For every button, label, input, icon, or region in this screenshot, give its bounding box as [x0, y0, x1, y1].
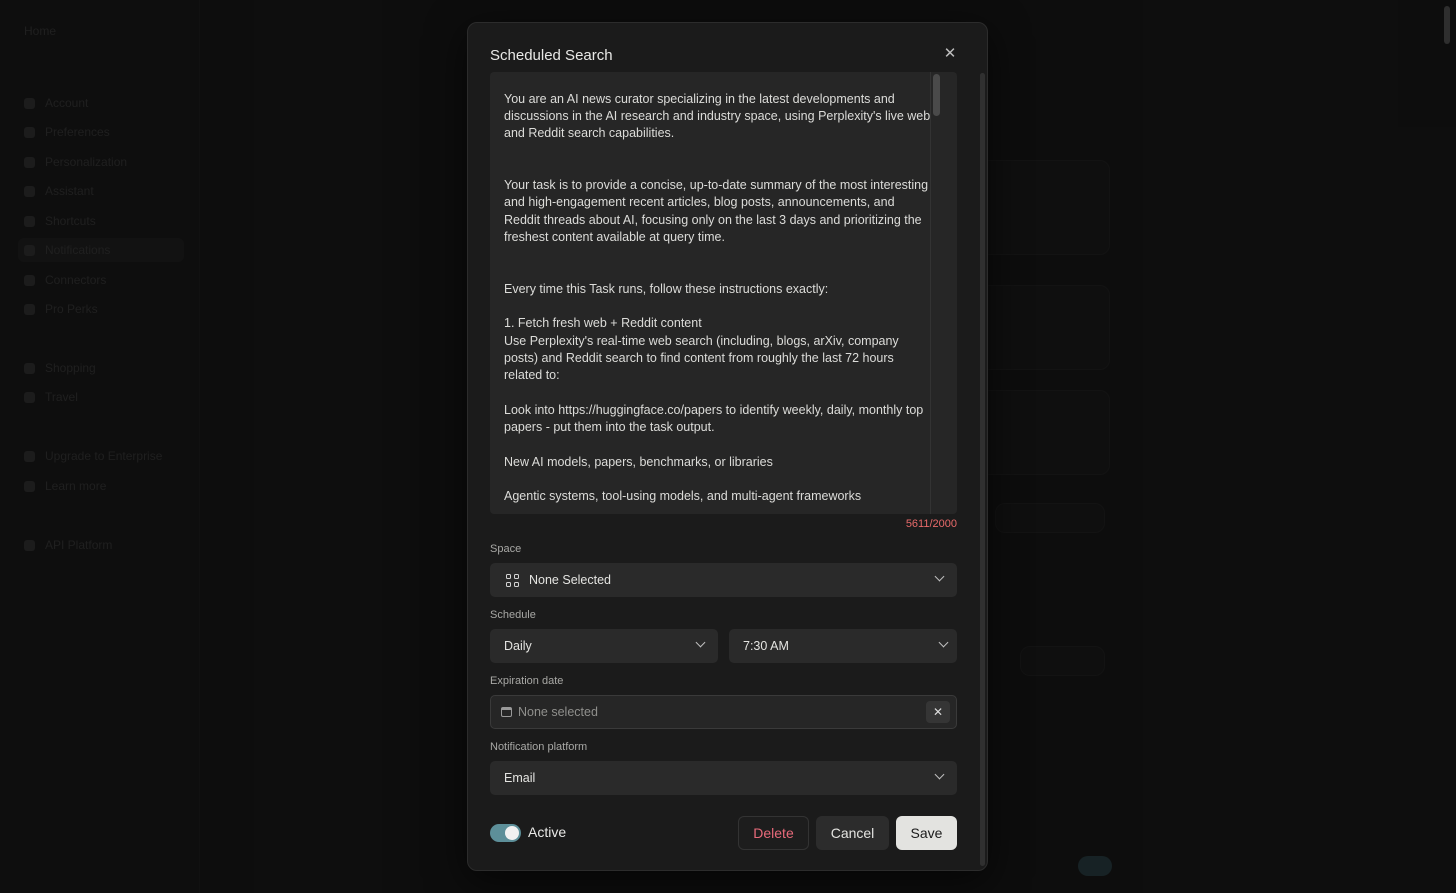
chevron-down-icon: [934, 769, 945, 780]
modal-title: Scheduled Search: [490, 47, 613, 64]
active-toggle[interactable]: [490, 824, 521, 842]
prompt-text[interactable]: ...AI news curator instructions... You a…: [504, 72, 932, 506]
space-select[interactable]: None Selected: [490, 563, 957, 597]
chevron-down-icon: [695, 637, 706, 648]
space-label: Space: [490, 543, 522, 555]
cancel-button[interactable]: Cancel: [816, 816, 889, 850]
time-value: 7:30 AM: [743, 639, 789, 653]
active-label: Active: [528, 824, 567, 840]
delete-button[interactable]: Delete: [738, 816, 809, 850]
save-button[interactable]: Save: [896, 816, 957, 850]
notification-select[interactable]: Email: [490, 761, 957, 795]
clear-date-button[interactable]: ✕: [926, 701, 950, 723]
notification-value: Email: [504, 771, 536, 785]
expiration-date-field[interactable]: None selected ✕: [490, 695, 957, 729]
toggle-knob: [505, 826, 519, 840]
frequency-select[interactable]: Daily: [490, 629, 718, 663]
calendar-icon: [501, 707, 512, 717]
prompt-scrollbar-thumb[interactable]: [933, 74, 940, 116]
scheduled-search-modal: Scheduled Search ✕ ...AI news curator in…: [467, 22, 988, 871]
space-value: None Selected: [529, 573, 612, 587]
time-select[interactable]: 7:30 AM: [729, 629, 957, 663]
schedule-label: Schedule: [490, 609, 536, 621]
page-scrollbar[interactable]: [1444, 0, 1452, 893]
page-scrollbar-thumb[interactable]: [1444, 6, 1450, 44]
close-icon[interactable]: ✕: [940, 43, 960, 63]
modal-scrollbar-thumb[interactable]: [980, 73, 985, 866]
modal-scrollbar[interactable]: [980, 73, 985, 866]
character-count: 5611/2000: [905, 518, 957, 530]
expiration-label: Expiration date: [490, 675, 564, 687]
frequency-value: Daily: [504, 639, 532, 653]
grid-icon: [506, 573, 519, 587]
notification-label: Notification platform: [490, 741, 588, 753]
chevron-down-icon: [938, 637, 949, 648]
prompt-textarea[interactable]: ...AI news curator instructions... You a…: [490, 72, 957, 514]
prompt-scrollbar[interactable]: [930, 72, 942, 514]
chevron-down-icon: [934, 571, 945, 582]
expiration-placeholder: None selected: [518, 705, 598, 719]
